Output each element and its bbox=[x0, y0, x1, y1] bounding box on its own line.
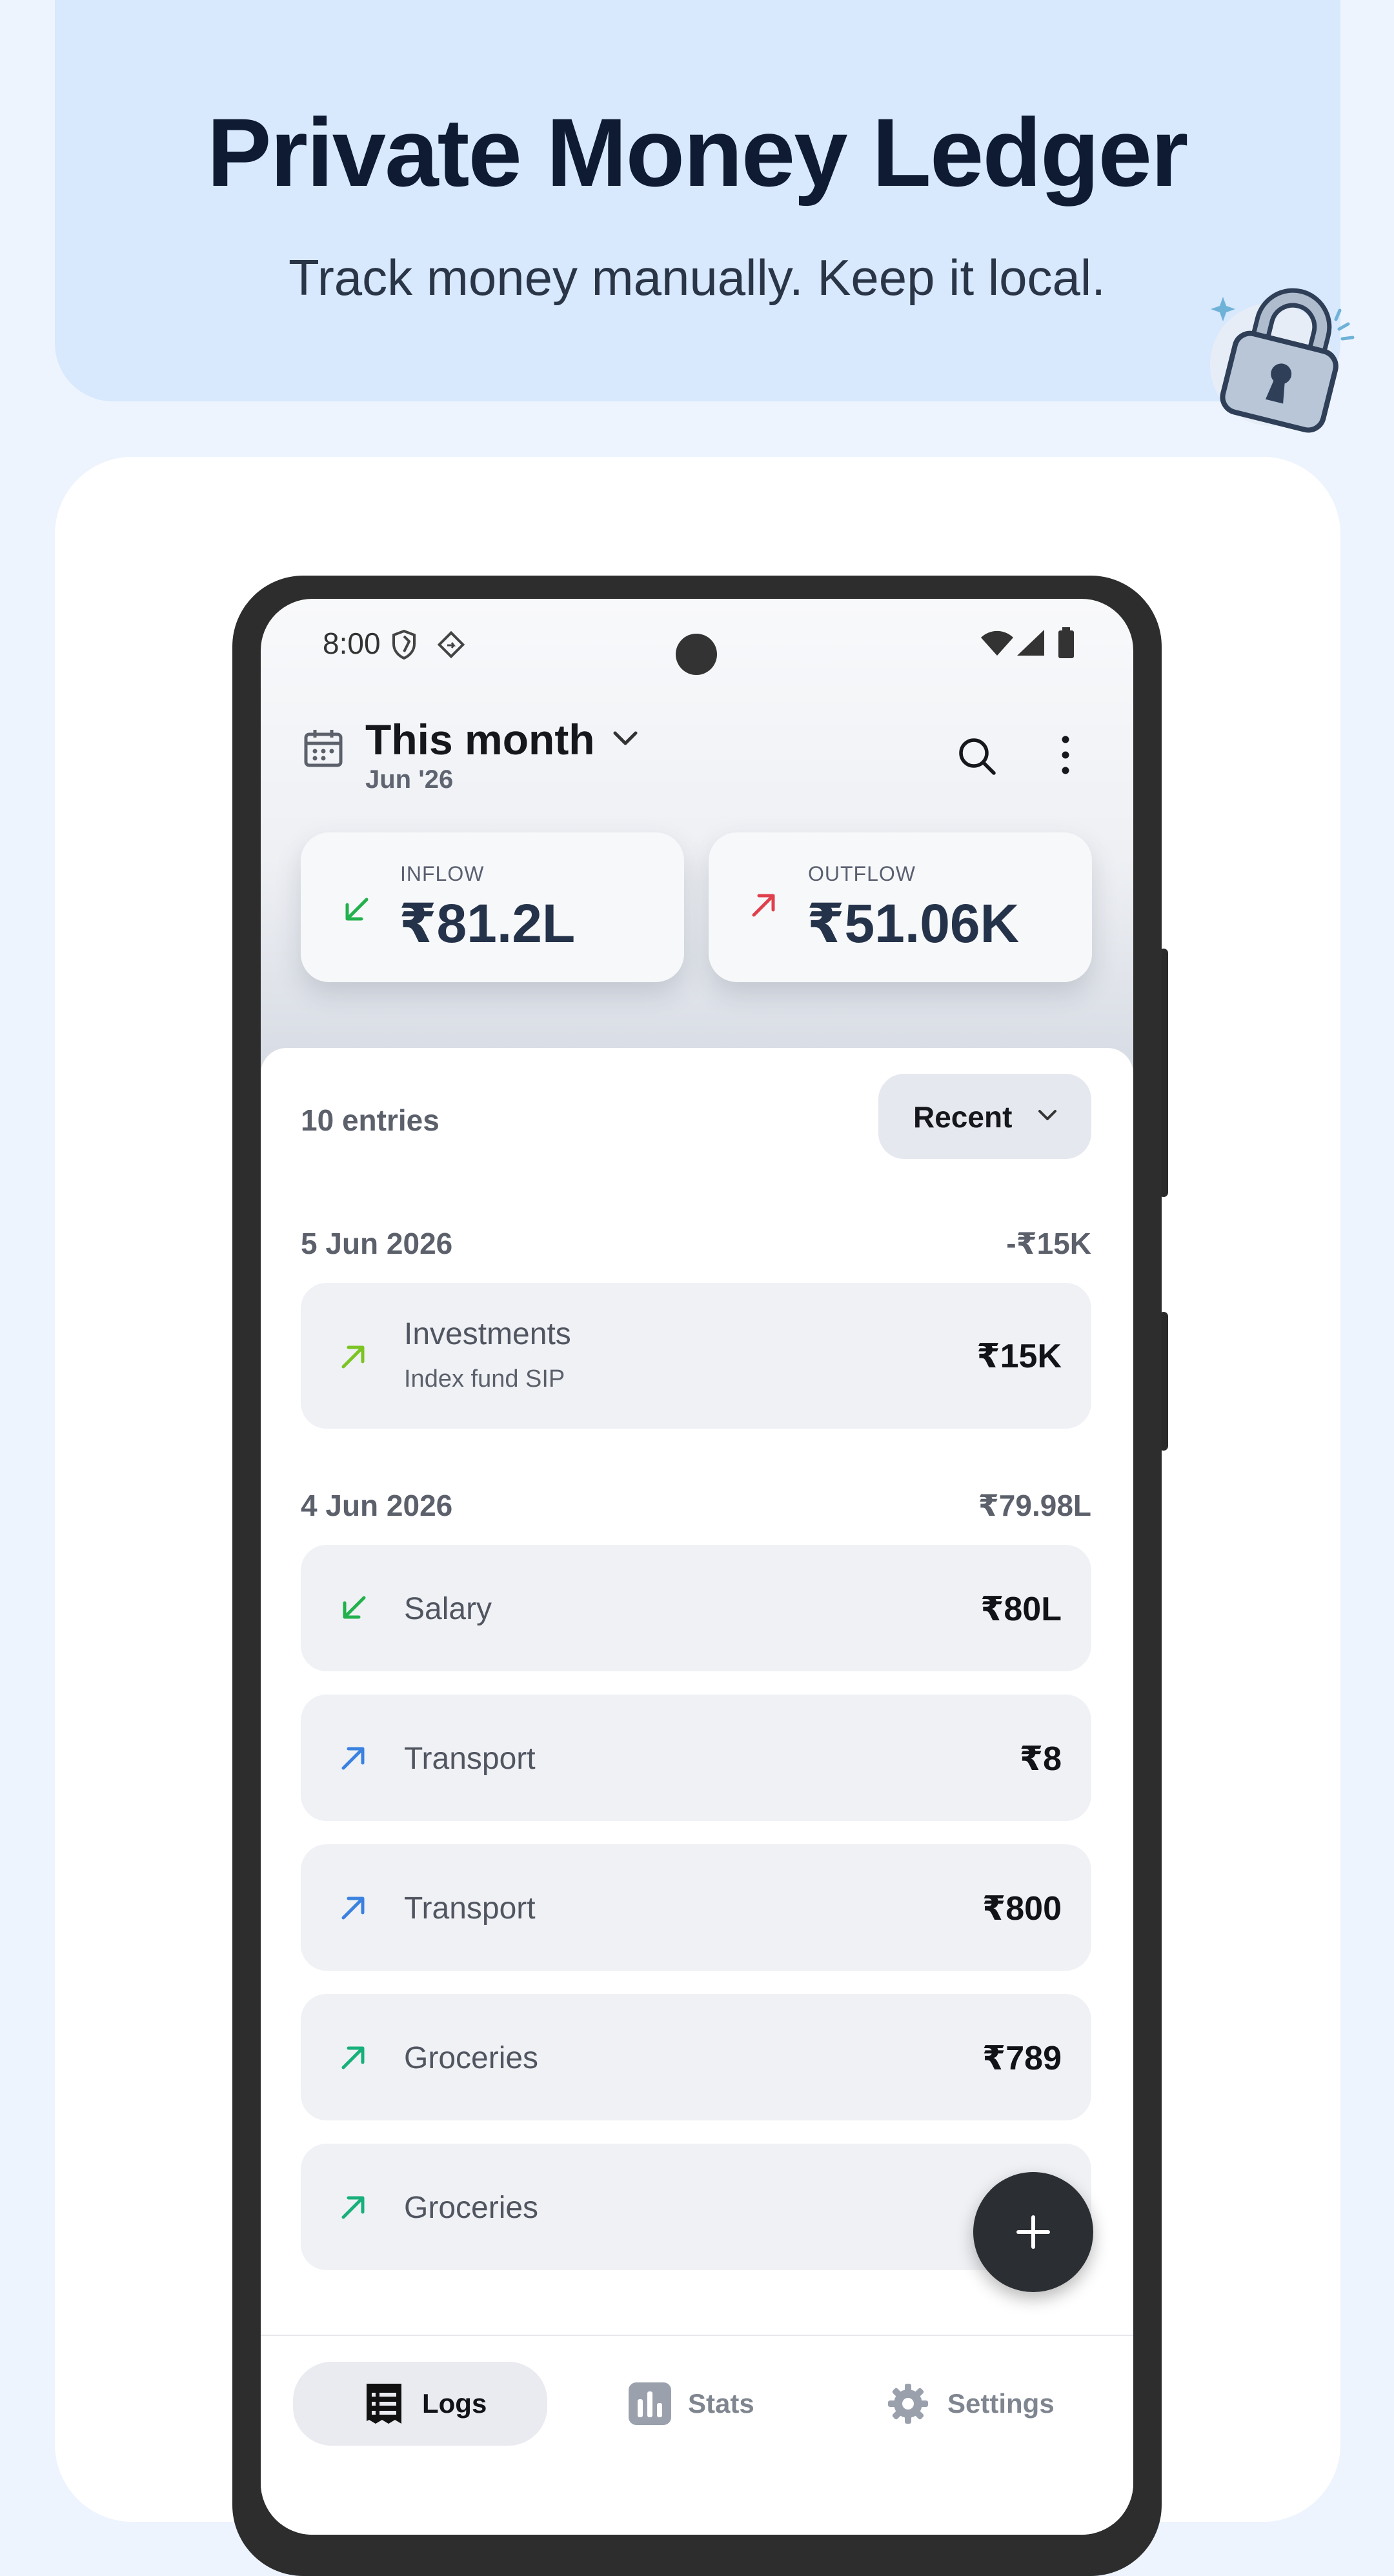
calendar-icon[interactable] bbox=[303, 728, 343, 768]
plus-icon bbox=[1016, 2215, 1050, 2249]
item-amount: ₹8 bbox=[1019, 1740, 1062, 1778]
list-item[interactable]: Groceries ₹789 bbox=[301, 1994, 1091, 2120]
date-header: 5 Jun 2026 bbox=[301, 1227, 453, 1260]
battery-icon bbox=[1058, 627, 1074, 658]
item-category: Transport bbox=[404, 1891, 536, 1926]
item-category: Groceries bbox=[404, 2041, 539, 2075]
gear-icon bbox=[888, 2384, 928, 2424]
item-category: Transport bbox=[404, 1742, 536, 1776]
sort-label: Recent bbox=[913, 1100, 1013, 1134]
arrow-up-right-icon bbox=[341, 2046, 365, 2069]
add-entry-button[interactable] bbox=[973, 2172, 1093, 2292]
inflow-value: ₹81.2L bbox=[399, 893, 576, 954]
date-total: ₹79.98L bbox=[978, 1489, 1091, 1522]
padlock-icon bbox=[1210, 288, 1355, 433]
inflow-label: INFLOW bbox=[400, 862, 485, 885]
nav-settings[interactable]: Settings bbox=[887, 2362, 1080, 2446]
item-amount: ₹15K bbox=[976, 1338, 1062, 1375]
arrow-up-right-icon bbox=[341, 1747, 365, 1770]
entries-sheet: 10 entries Recent 5 Jun 2026 -₹15K Inves… bbox=[261, 1048, 1133, 2535]
item-amount: ₹800 bbox=[982, 1890, 1062, 1927]
outflow-card[interactable]: OUTFLOW ₹51.06K bbox=[709, 832, 1092, 982]
phone-screen: 8:00 This month Jun '26 INFLOW ₹81.2L OU… bbox=[261, 599, 1133, 2535]
arrow-down-left-icon bbox=[345, 898, 369, 921]
list-item[interactable]: Transport ₹800 bbox=[301, 1844, 1091, 1971]
list-item[interactable]: Salary ₹80L bbox=[301, 1545, 1091, 1671]
item-category: Groceries bbox=[404, 2191, 539, 2225]
nav-stats-label: Stats bbox=[688, 2388, 754, 2419]
list-item[interactable]: Groceries ₹ bbox=[301, 2144, 1091, 2270]
nav-stats[interactable]: Stats bbox=[629, 2362, 783, 2446]
sort-dropdown[interactable]: Recent bbox=[878, 1074, 1091, 1159]
search-icon[interactable] bbox=[956, 736, 998, 777]
list-item[interactable]: Investments Index fund SIP ₹15K bbox=[301, 1283, 1091, 1429]
nav-logs[interactable]: Logs bbox=[293, 2362, 547, 2446]
top-app-bar: This month Jun '26 bbox=[261, 689, 1133, 794]
hero-title: Private Money Ledger bbox=[207, 98, 1189, 206]
location-icon bbox=[437, 630, 465, 659]
arrow-up-right-icon bbox=[341, 1345, 365, 1369]
arrow-up-right-icon bbox=[341, 2196, 365, 2219]
period-subtitle: Jun '26 bbox=[365, 765, 454, 794]
bottom-navigation: Logs Stats Settings bbox=[261, 2335, 1133, 2535]
entries-count: 10 entries bbox=[301, 1103, 439, 1137]
arrow-down-left-icon bbox=[343, 1596, 366, 1619]
status-bar: 8:00 bbox=[261, 613, 1133, 675]
front-camera bbox=[676, 634, 717, 675]
receipt-list-icon bbox=[367, 2384, 401, 2424]
date-header: 4 Jun 2026 bbox=[301, 1489, 453, 1522]
chevron-down-icon bbox=[1038, 1110, 1056, 1120]
shield-icon bbox=[392, 629, 416, 660]
wifi-icon bbox=[981, 630, 1013, 656]
inflow-card[interactable]: INFLOW ₹81.2L bbox=[301, 832, 684, 982]
item-category: Salary bbox=[404, 1592, 492, 1626]
arrow-up-right-icon bbox=[752, 894, 775, 917]
chevron-down-icon[interactable] bbox=[611, 729, 640, 749]
list-item[interactable]: Transport ₹8 bbox=[301, 1695, 1091, 1821]
hero-subtitle: Track money manually. Keep it local. bbox=[288, 249, 1106, 306]
nav-logs-label: Logs bbox=[422, 2388, 487, 2419]
nav-settings-label: Settings bbox=[947, 2388, 1055, 2419]
item-note: Index fund SIP bbox=[404, 1365, 565, 1393]
outflow-label: OUTFLOW bbox=[808, 862, 916, 885]
arrow-up-right-icon bbox=[341, 1897, 365, 1920]
signal-icon bbox=[1017, 630, 1044, 656]
period-selector[interactable]: This month bbox=[365, 715, 595, 764]
item-category: Investments bbox=[404, 1317, 571, 1351]
item-amount: ₹789 bbox=[982, 2040, 1062, 2077]
item-amount: ₹80L bbox=[980, 1591, 1062, 1628]
status-time: 8:00 bbox=[323, 627, 381, 660]
more-vert-icon[interactable] bbox=[1058, 734, 1073, 776]
date-total: -₹15K bbox=[1006, 1227, 1091, 1260]
bar-chart-icon bbox=[629, 2382, 671, 2425]
outflow-value: ₹51.06K bbox=[807, 893, 1020, 954]
